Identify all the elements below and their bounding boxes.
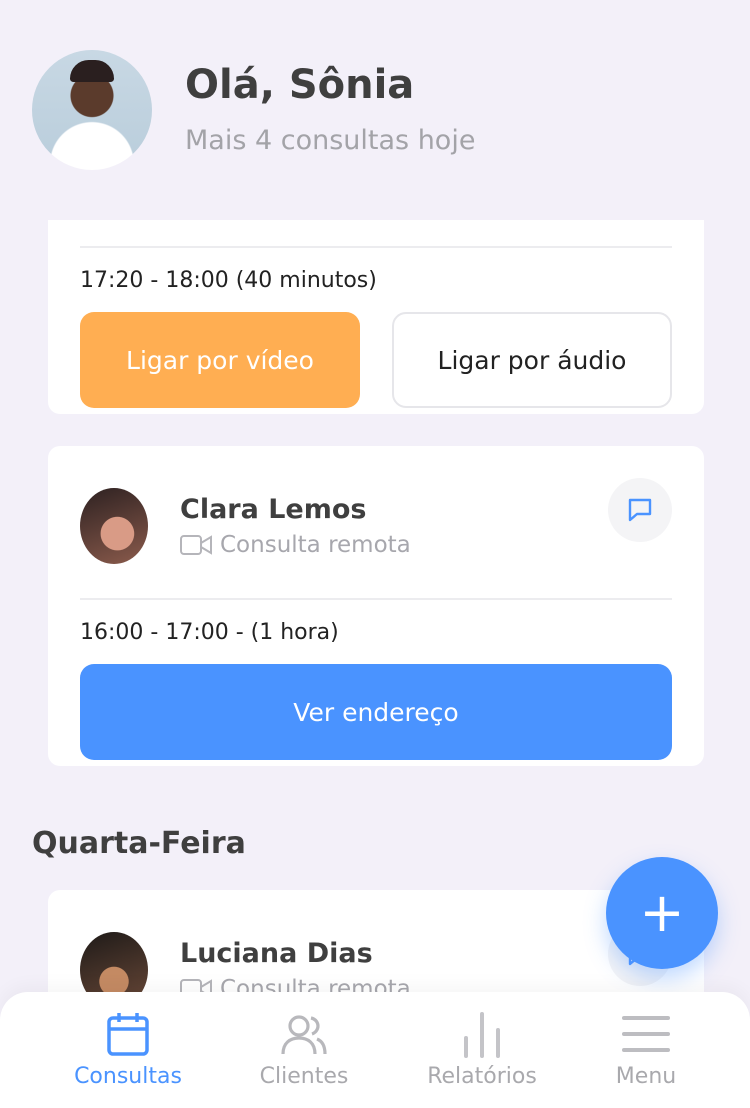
greeting-subtitle: Mais 4 consultas hoje — [185, 125, 476, 156]
nav-label: Clientes — [259, 1064, 349, 1089]
appointment-time: 17:20 - 18:00 (40 minutos) — [80, 268, 377, 293]
nav-label: Relatórios — [427, 1064, 537, 1089]
header: Olá, Sônia Mais 4 consultas hoje — [32, 50, 718, 172]
appointment-mode-label: Consulta remota — [220, 532, 411, 558]
nav-item-menu[interactable]: Menu — [561, 1010, 731, 1100]
view-address-button[interactable]: Ver endereço — [80, 664, 672, 760]
client-name: Clara Lemos — [180, 494, 367, 525]
appointment-card: Clara Lemos Consulta remota 16:00 - 17:0… — [48, 446, 704, 766]
user-avatar[interactable] — [32, 50, 152, 170]
nav-label: Menu — [615, 1064, 677, 1089]
section-title: Quarta-Feira — [32, 826, 246, 861]
chat-button[interactable] — [608, 478, 672, 542]
card-divider — [80, 598, 672, 600]
audio-call-button[interactable]: Ligar por áudio — [392, 312, 672, 408]
client-avatar[interactable] — [80, 488, 148, 564]
bar-chart-icon — [464, 1012, 500, 1058]
users-icon — [281, 1015, 327, 1055]
bottom-nav: Consultas Clientes Relatórios Menu — [0, 992, 750, 1108]
appointment-card: 17:20 - 18:00 (40 minutos) Ligar por víd… — [48, 220, 704, 414]
appointment-time: 16:00 - 17:00 - (1 hora) — [80, 620, 339, 645]
calendar-icon — [107, 1013, 149, 1056]
video-call-button[interactable]: Ligar por vídeo — [80, 312, 360, 408]
add-appointment-button[interactable]: + — [606, 857, 718, 969]
nav-item-consultas[interactable]: Consultas — [43, 1010, 213, 1100]
appointment-mode: Consulta remota — [180, 532, 411, 558]
greeting-title: Olá, Sônia — [185, 62, 415, 108]
nav-label: Consultas — [74, 1064, 182, 1089]
menu-icon — [622, 1016, 670, 1052]
card-divider — [80, 246, 672, 248]
video-camera-icon — [180, 535, 212, 555]
nav-item-relatorios[interactable]: Relatórios — [397, 1010, 567, 1100]
chat-icon — [628, 498, 652, 522]
client-name: Luciana Dias — [180, 938, 373, 969]
nav-item-clientes[interactable]: Clientes — [219, 1010, 389, 1100]
